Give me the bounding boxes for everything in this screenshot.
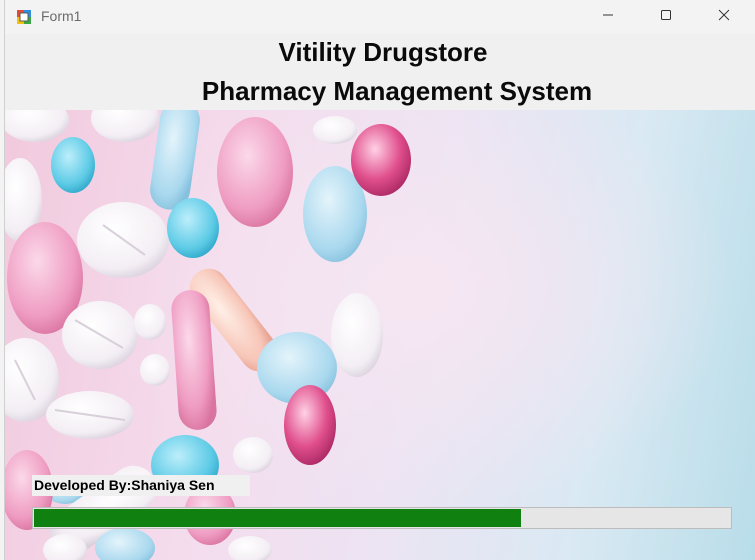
title-bar[interactable]: Form1 (5, 0, 755, 34)
minimize-icon (602, 8, 614, 26)
maximize-icon (660, 8, 672, 26)
main-window: Form1 Vitility Drugstore Pharmacy Manage… (5, 0, 755, 560)
system-subtitle: Pharmacy Management System (201, 76, 593, 106)
progress-fill (34, 509, 521, 527)
developer-credit: Developed By:Shaniya Sen (32, 475, 250, 496)
window-title: Form1 (41, 8, 82, 24)
header: Vitility Drugstore Pharmacy Management S… (5, 34, 755, 110)
close-button[interactable] (695, 0, 753, 34)
loading-progress-bar (32, 507, 732, 529)
minimize-button[interactable] (579, 0, 637, 34)
maximize-button[interactable] (637, 0, 695, 34)
close-icon (718, 8, 730, 26)
store-title: Vitility Drugstore (278, 37, 488, 67)
app-icon[interactable] (16, 9, 32, 25)
